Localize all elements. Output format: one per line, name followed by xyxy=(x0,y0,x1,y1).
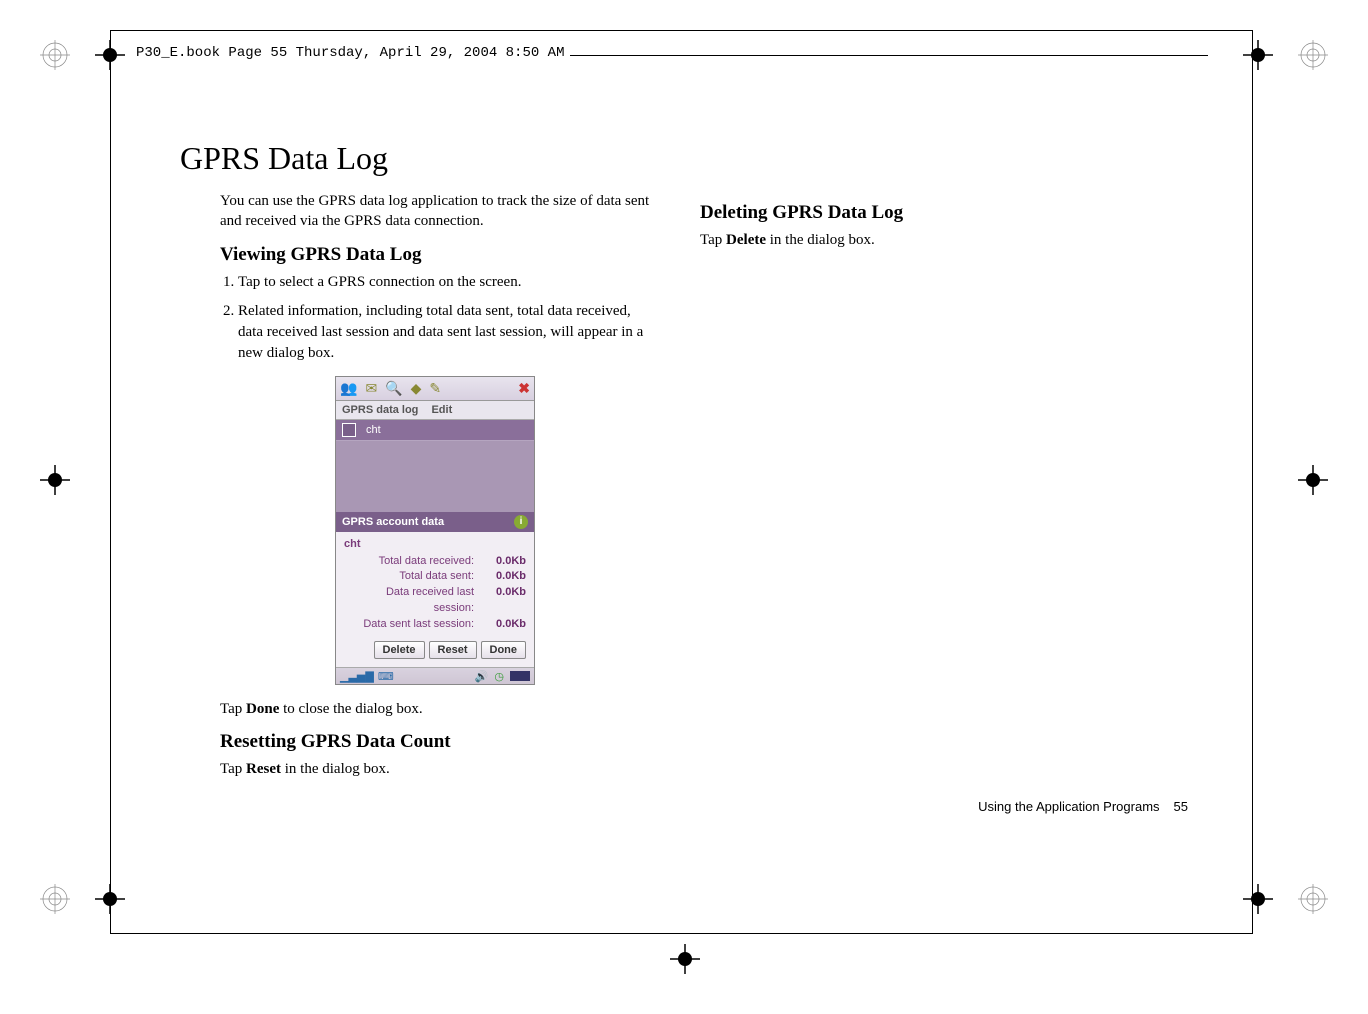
menu-edit: Edit xyxy=(431,404,452,416)
delete-button: Delete xyxy=(374,641,425,659)
section-viewing-heading: Viewing GPRS Data Log xyxy=(220,244,650,266)
keyboard-icon: ⌨ xyxy=(378,670,394,683)
intro-paragraph: You can use the GPRS data log applicatio… xyxy=(220,191,650,232)
steps-list: Tap to select a GPRS connection on the s… xyxy=(220,272,650,364)
row-value: 0.0Kb xyxy=(482,554,526,570)
data-row: Total data received:0.0Kb xyxy=(344,554,526,570)
footer-page-number: 55 xyxy=(1174,799,1188,814)
page-footer: Using the Application Programs 55 xyxy=(978,799,1188,814)
done-button: Done xyxy=(481,641,527,659)
clock-icon: ◷ xyxy=(494,670,504,683)
info-icon: i xyxy=(514,515,528,529)
text-fragment: in the dialog box. xyxy=(766,232,875,248)
page-title: GPRS Data Log xyxy=(180,140,650,177)
section-resetting-heading: Resetting GPRS Data Count xyxy=(220,731,650,753)
search-icon: 🔍 xyxy=(385,380,402,397)
note-icon: ◆ xyxy=(411,380,422,397)
data-row: Total data sent:0.0Kb xyxy=(344,569,526,585)
crop-mark-icon xyxy=(40,465,70,495)
text-fragment: in the dialog box. xyxy=(281,761,390,777)
footer-chapter: Using the Application Programs xyxy=(978,799,1159,814)
text-fragment: to close the dialog box. xyxy=(279,701,422,717)
delete-instruction: Tap Delete in the dialog box. xyxy=(700,230,1170,250)
done-keyword: Done xyxy=(246,701,279,717)
text-fragment: Tap xyxy=(700,232,726,248)
row-label: Total data received: xyxy=(344,554,482,570)
dialog-buttons: Delete Reset Done xyxy=(344,641,526,659)
speaker-icon: 🔊 xyxy=(475,670,489,683)
reset-button: Reset xyxy=(429,641,477,659)
list-checkbox-icon xyxy=(342,423,356,437)
crop-mark-icon xyxy=(95,884,125,914)
panel-body: cht Total data received:0.0Kb Total data… xyxy=(336,532,534,668)
panel-title: GPRS account data xyxy=(342,516,444,528)
connection-list: cht xyxy=(336,420,534,512)
section-deleting-heading: Deleting GPRS Data Log xyxy=(700,202,1170,224)
text-fragment: Tap xyxy=(220,761,246,777)
device-screenshot: 👥 ✉ 🔍 ◆ ✎ ✖ GPRS data log Edit cht xyxy=(335,376,535,686)
crop-mark-icon xyxy=(95,40,125,70)
device-iconbar: 👥 ✉ 🔍 ◆ ✎ ✖ xyxy=(336,377,534,401)
row-label: Total data sent: xyxy=(344,569,482,585)
crop-mark-icon xyxy=(1243,40,1273,70)
close-icon: ✖ xyxy=(518,380,530,397)
crop-mark-icon xyxy=(1243,884,1273,914)
reset-instruction: Tap Reset in the dialog box. xyxy=(220,759,650,779)
connection-list-item: cht xyxy=(336,420,534,441)
step-item: Tap to select a GPRS connection on the s… xyxy=(238,272,650,293)
battery-icon xyxy=(510,671,530,681)
panel-header: GPRS account data i xyxy=(336,512,534,532)
header-filepath: P30_E.book Page 55 Thursday, April 29, 2… xyxy=(130,45,570,61)
reg-mark-icon xyxy=(40,884,70,914)
data-row: Data sent last session:0.0Kb xyxy=(344,617,526,633)
mail-icon: ✉ xyxy=(365,380,377,397)
step-item: Related information, including total dat… xyxy=(238,301,650,364)
data-row: Data received last session:0.0Kb xyxy=(344,585,526,617)
account-name: cht xyxy=(344,538,526,550)
crop-mark-icon xyxy=(1298,465,1328,495)
reg-mark-icon xyxy=(1298,884,1328,914)
menu-gprs-datalog: GPRS data log xyxy=(342,404,418,416)
pen-icon: ✎ xyxy=(429,380,441,397)
row-value: 0.0Kb xyxy=(482,585,526,617)
text-fragment: Tap xyxy=(220,701,246,717)
row-value: 0.0Kb xyxy=(482,569,526,585)
reset-keyword: Reset xyxy=(246,761,281,777)
done-instruction: Tap Done to close the dialog box. xyxy=(220,699,650,719)
contacts-icon: 👥 xyxy=(340,380,357,397)
reg-mark-icon xyxy=(1298,40,1328,70)
connection-name: cht xyxy=(366,424,381,436)
row-label: Data received last session: xyxy=(344,585,482,617)
device-menubar: GPRS data log Edit xyxy=(336,401,534,420)
row-value: 0.0Kb xyxy=(482,617,526,633)
signal-icon: ▁▃▅▇ xyxy=(340,670,374,683)
delete-keyword: Delete xyxy=(726,232,766,248)
row-label: Data sent last session: xyxy=(344,617,482,633)
crop-mark-icon xyxy=(670,944,700,974)
reg-mark-icon xyxy=(40,40,70,70)
device-statusbar: ▁▃▅▇ ⌨ 🔊 ◷ xyxy=(336,667,534,684)
